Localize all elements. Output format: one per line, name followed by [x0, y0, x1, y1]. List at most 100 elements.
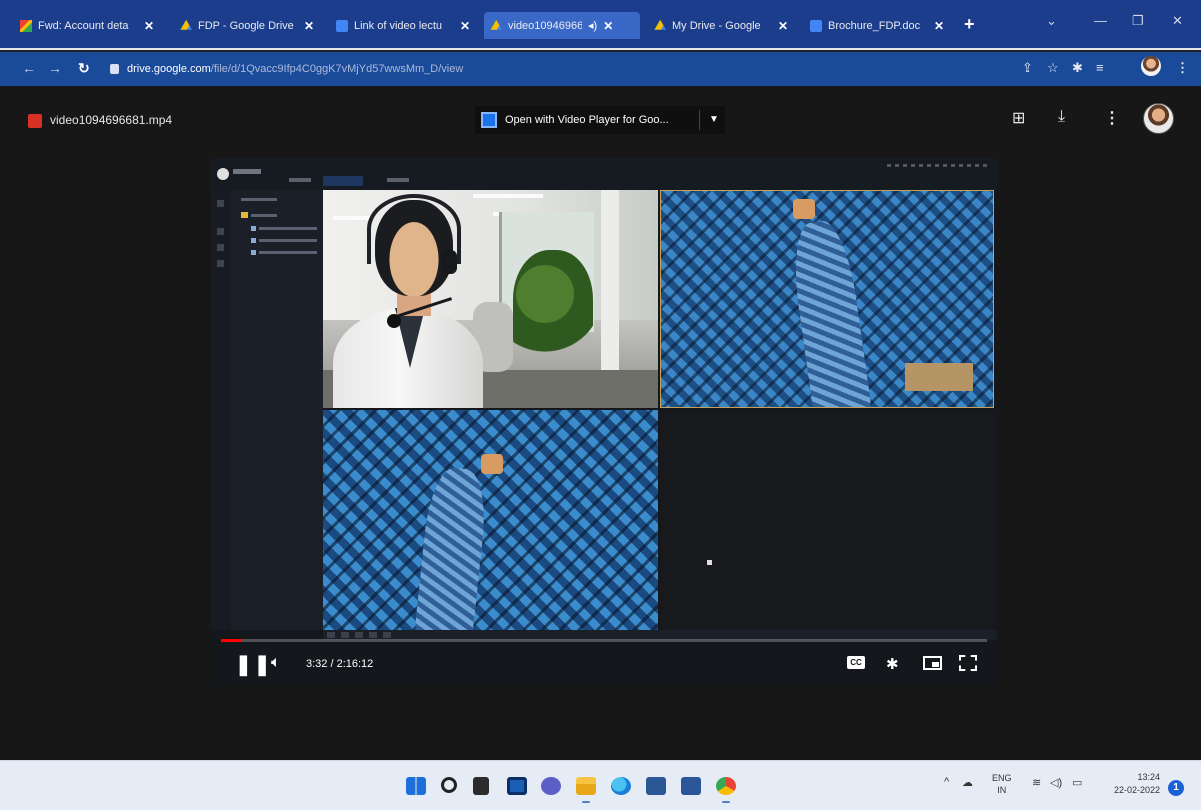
bottom-bar-icon [355, 632, 363, 638]
url-path: /file/d/1Qvacc9Ifp4C0ggK7vMjYd57wwsMm_D/… [210, 63, 464, 75]
open-with-label: Open with Video Player for Goo... [505, 114, 669, 126]
tab-search-chevron-icon[interactable]: ⌄ [1046, 13, 1057, 29]
camera-feed-chamber-2 [323, 410, 658, 630]
browser-toolbar: ← → ↻ drive.google.com /file/d/1Qvacc9If… [0, 52, 1201, 86]
recorded-app-tab [289, 178, 311, 182]
system-clock[interactable]: 13:24 22-02-2022 [1100, 771, 1160, 797]
share-icon[interactable]: ⇪ [1022, 60, 1033, 76]
ceiling-light [333, 216, 373, 220]
close-window-icon[interactable]: ✕ [1172, 13, 1183, 29]
rail-icon [217, 244, 224, 251]
phantom-figure [787, 217, 873, 407]
wifi-icon[interactable]: ≋ [1032, 776, 1041, 789]
add-comment-icon[interactable]: ⊞ [1012, 108, 1025, 128]
close-tab-icon[interactable]: ✕ [304, 19, 314, 33]
caret-down-icon[interactable]: ▼ [709, 114, 719, 125]
recorded-app-rail [211, 190, 231, 630]
minimize-window-icon[interactable]: — [1094, 13, 1107, 28]
download-icon[interactable]: ⤓ [1058, 108, 1065, 126]
battery-icon[interactable]: ▭ [1072, 776, 1082, 789]
notification-badge[interactable]: 1 [1168, 780, 1184, 796]
google-docs-icon [336, 19, 348, 32]
office-plant [513, 250, 593, 360]
tab-my-drive[interactable]: My Drive - Google ✕ [648, 12, 794, 39]
browser-profile-avatar[interactable] [1141, 56, 1161, 76]
account-avatar[interactable] [1143, 103, 1174, 134]
file-icon [251, 238, 256, 243]
tab-video-lecture-doc[interactable]: Link of video lectu ✕ [330, 12, 476, 39]
captions-icon[interactable]: CC [847, 656, 865, 669]
back-arrow-icon[interactable]: ← [22, 60, 36, 76]
lock-icon[interactable] [110, 64, 119, 74]
file-icon [251, 250, 256, 255]
tab-label: video10946966 [508, 19, 582, 32]
edge-icon[interactable] [611, 777, 631, 795]
store-icon[interactable] [646, 777, 666, 795]
audio-playing-icon[interactable]: ◂) [588, 19, 597, 32]
show-hidden-icons-icon[interactable]: ^ [944, 776, 949, 788]
rail-icon [217, 260, 224, 267]
clock-time: 13:24 [1137, 772, 1160, 782]
teams-chat-icon[interactable] [541, 777, 561, 795]
reload-icon[interactable]: ↻ [78, 60, 90, 77]
extensions-icon[interactable]: ✱ [1072, 60, 1083, 76]
tree-item [259, 227, 317, 230]
new-tab-button[interactable]: + [964, 14, 975, 35]
forward-arrow-icon[interactable]: → [48, 60, 62, 76]
search-icon[interactable] [441, 777, 457, 793]
settings-gear-icon[interactable]: ✱ [886, 655, 899, 673]
video-player[interactable]: ❚❚ 🔈︎ 3:32 / 2:16:12 CC ✱ [211, 158, 997, 686]
tab-video-active[interactable]: video10946966 ◂) ✕ [484, 12, 640, 39]
pause-icon[interactable]: ❚❚ [235, 652, 273, 677]
playback-time: 3:32 / 2:16:12 [306, 658, 374, 670]
tab-brochure-doc[interactable]: Brochure_FDP.doc ✕ [804, 12, 950, 39]
chrome-icon[interactable] [716, 777, 736, 803]
close-tab-icon[interactable]: ✕ [778, 19, 788, 33]
tab-fdp-drive[interactable]: FDP - Google Drive ✕ [174, 12, 320, 39]
headset-earcup [441, 250, 457, 274]
volume-icon[interactable]: 🔈︎ [271, 654, 281, 672]
browser-menu-icon[interactable]: ⋮ [1176, 60, 1189, 76]
miniplayer-icon[interactable] [923, 656, 942, 670]
video-player-app-icon [481, 112, 497, 128]
recorded-app-toolbar [887, 164, 987, 167]
tab-label: Link of video lectu [354, 19, 443, 32]
word-icon[interactable] [681, 777, 701, 795]
recorded-app-header [211, 158, 997, 190]
close-tab-icon[interactable]: ✕ [144, 19, 154, 33]
tab-label: My Drive - Google [672, 19, 761, 32]
gmail-icon [20, 19, 32, 32]
windows-start-icon[interactable] [406, 777, 426, 795]
video-file-icon [28, 114, 42, 128]
close-tab-icon[interactable]: ✕ [460, 19, 470, 33]
bookmark-star-icon[interactable]: ☆ [1047, 60, 1059, 76]
task-view-icon[interactable] [507, 777, 527, 795]
tab-gmail[interactable]: Fwd: Account deta ✕ [14, 12, 160, 39]
google-drive-icon [490, 19, 502, 30]
mouse-cursor [707, 560, 712, 565]
tab-label: Fwd: Account deta [38, 19, 129, 32]
tab-label: FDP - Google Drive [198, 19, 294, 32]
speaker-icon[interactable]: ◁) [1050, 776, 1062, 789]
bottom-bar-icon [341, 632, 349, 638]
reading-list-icon[interactable]: ≡ [1096, 60, 1104, 75]
fullscreen-icon[interactable] [959, 655, 977, 671]
camera-feed-empty [660, 410, 994, 630]
region-code: IN [997, 785, 1007, 795]
file-icon [251, 226, 256, 231]
file-explorer-icon[interactable] [473, 777, 489, 795]
close-tab-icon[interactable]: ✕ [934, 19, 944, 33]
camera-feed-presenter [323, 190, 658, 408]
cloud-icon[interactable]: ☁ [962, 776, 973, 789]
google-docs-icon [810, 19, 822, 32]
input-language[interactable]: ENG IN [992, 772, 1012, 796]
phone-in-hand [481, 454, 503, 474]
close-tab-icon[interactable]: ✕ [603, 19, 613, 33]
open-with-button[interactable]: Open with Video Player for Goo... ▼ [475, 106, 725, 134]
address-bar[interactable]: drive.google.com /file/d/1Qvacc9Ifp4C0gg… [110, 58, 990, 80]
folder-icon[interactable] [576, 777, 596, 803]
restore-window-icon[interactable]: ❐ [1132, 13, 1144, 29]
seek-bar[interactable] [221, 639, 987, 642]
more-vert-icon[interactable]: ⋮ [1104, 108, 1120, 128]
windows-taskbar [0, 760, 1201, 810]
